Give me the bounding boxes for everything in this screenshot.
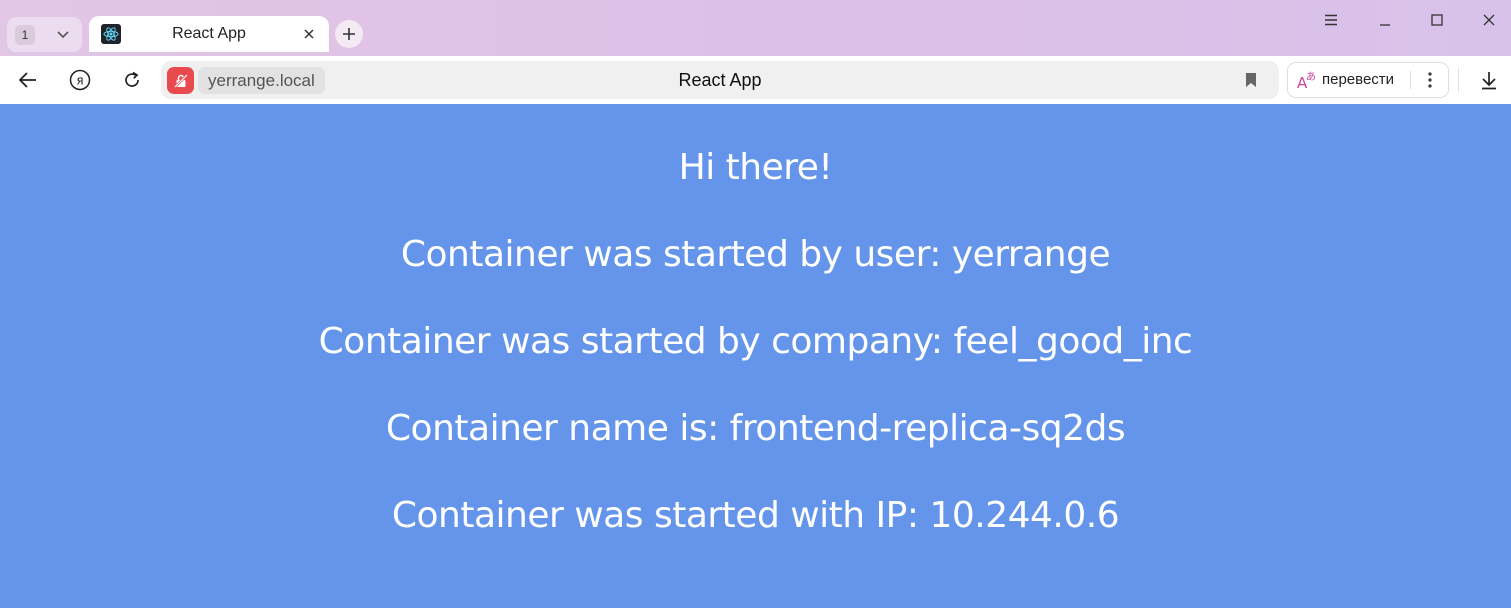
svg-text:あ: あ bbox=[1306, 71, 1316, 83]
svg-text:я: я bbox=[76, 74, 83, 88]
plus-icon bbox=[343, 28, 355, 40]
toolbar-divider bbox=[1458, 68, 1459, 92]
company-info-text: Container was started by company: feel_g… bbox=[318, 321, 1193, 362]
page-content: Hi there! Container was started by user:… bbox=[0, 104, 1511, 608]
browser-toolbar: я yerrange.local React App A あ перевести bbox=[0, 56, 1511, 104]
hamburger-menu-icon[interactable] bbox=[1319, 8, 1343, 32]
download-icon[interactable] bbox=[1477, 68, 1501, 92]
tab-react-app[interactable]: React App bbox=[89, 16, 329, 52]
maximize-icon[interactable] bbox=[1425, 8, 1449, 32]
tab-count-badge[interactable]: 1 bbox=[15, 25, 35, 45]
reload-icon[interactable] bbox=[120, 68, 144, 92]
minimize-icon[interactable] bbox=[1373, 8, 1397, 32]
container-ip-text: Container was started with IP: 10.244.0.… bbox=[391, 495, 1120, 536]
address-page-title: React App bbox=[678, 70, 762, 90]
window-close-icon[interactable] bbox=[1477, 8, 1501, 32]
chevron-down-icon[interactable] bbox=[53, 25, 73, 45]
translate-icon: A あ bbox=[1297, 71, 1316, 90]
translate-label: перевести bbox=[1322, 71, 1395, 88]
yandex-logo-icon[interactable]: я bbox=[68, 68, 92, 92]
greeting-text: Hi there! bbox=[678, 147, 833, 188]
new-tab-button[interactable] bbox=[335, 20, 363, 48]
close-icon[interactable] bbox=[300, 25, 318, 43]
translate-divider bbox=[1410, 71, 1411, 89]
tab-title: React App bbox=[172, 25, 246, 42]
bookmark-icon[interactable] bbox=[1241, 70, 1261, 90]
container-name-text: Container name is: frontend-replica-sq2d… bbox=[385, 408, 1126, 449]
tab-group-switcher[interactable]: 1 bbox=[7, 17, 82, 52]
translate-button[interactable]: A あ перевести bbox=[1287, 62, 1449, 98]
back-arrow-icon[interactable] bbox=[16, 68, 40, 92]
more-vertical-icon[interactable] bbox=[1420, 70, 1440, 90]
address-bar[interactable]: yerrange.local React App bbox=[161, 61, 1279, 99]
tab-strip: 1 React App bbox=[0, 0, 1511, 56]
user-info-text: Container was started by user: yerrange bbox=[400, 234, 1111, 275]
